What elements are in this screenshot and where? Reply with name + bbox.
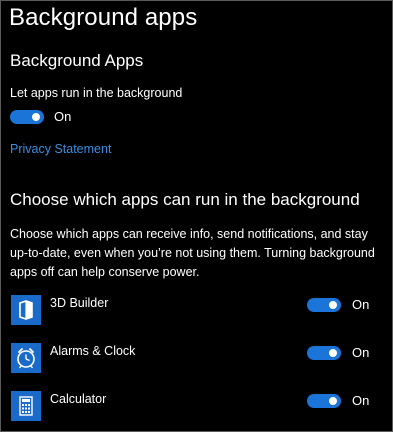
toggle-knob	[329, 301, 337, 309]
app-row-calculator: Calculator On	[1, 391, 393, 427]
alarm-clock-icon	[11, 343, 41, 373]
app-row-alarms-clock: Alarms & Clock On	[1, 343, 393, 379]
app-toggle-alarms-clock[interactable]	[307, 346, 341, 360]
app-toggle-state: On	[352, 297, 370, 312]
app-name: 3D Builder	[50, 296, 109, 310]
privacy-statement-link[interactable]: Privacy Statement	[10, 142, 111, 156]
app-toggle-state: On	[352, 393, 370, 408]
section-heading-background-apps: Background Apps	[10, 51, 144, 70]
app-toggle-3d-builder[interactable]	[307, 298, 341, 312]
choose-apps-description: Choose which apps can receive info, send…	[10, 227, 375, 279]
settings-window: Background apps Background Apps Let apps…	[0, 0, 393, 432]
3d-builder-icon	[11, 295, 41, 325]
app-toggle-calculator[interactable]	[307, 394, 341, 408]
toggle-knob	[32, 113, 40, 121]
master-toggle-label: Let apps run in the background	[10, 86, 183, 100]
section-heading-choose-apps: Choose which apps can run in the backgro…	[10, 190, 360, 209]
app-name: Calculator	[50, 392, 107, 406]
page-title: Background apps	[9, 4, 198, 31]
app-name: Alarms & Clock	[50, 344, 136, 358]
toggle-knob	[329, 349, 337, 357]
app-row-3d-builder: 3D Builder On	[1, 295, 393, 331]
toggle-knob	[329, 397, 337, 405]
master-background-toggle[interactable]	[10, 110, 44, 124]
master-toggle-state: On	[54, 109, 72, 124]
calculator-icon	[11, 391, 41, 421]
app-toggle-state: On	[352, 345, 370, 360]
